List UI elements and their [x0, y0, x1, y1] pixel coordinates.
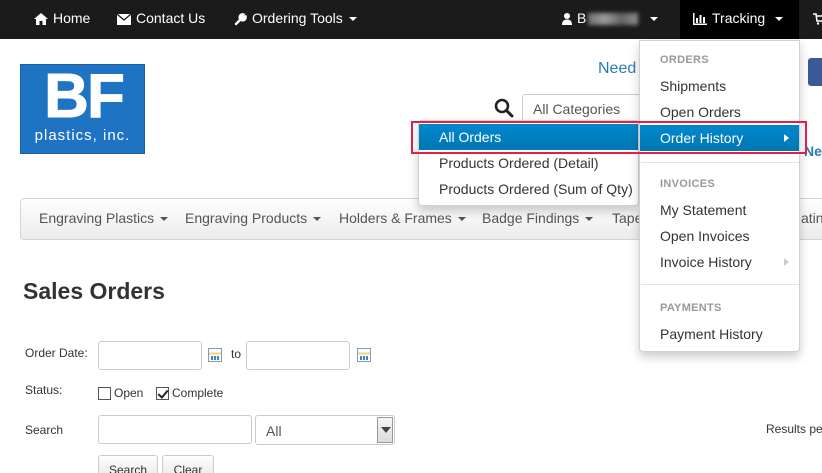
- chevron-down-icon: [348, 17, 357, 22]
- nav-ordering-tools[interactable]: Ordering Tools: [234, 0, 357, 39]
- bf-plastics-logo[interactable]: BF plastics, inc.: [20, 64, 145, 154]
- menu-header-payments: PAYMENTS: [660, 302, 722, 314]
- menu-item-open-invoices[interactable]: Open Invoices: [640, 223, 799, 249]
- complete-checkbox[interactable]: [156, 387, 169, 400]
- nav-contact[interactable]: Contact Us: [117, 0, 205, 39]
- highlight-box: [411, 121, 807, 154]
- chevron-down-icon: [313, 217, 322, 222]
- home-icon: [34, 13, 48, 26]
- clear-button[interactable]: Clear: [162, 455, 214, 473]
- menu-header-invoices: INVOICES: [660, 178, 715, 190]
- need-help-link[interactable]: Need: [598, 60, 636, 78]
- nav-ordering-tools-label: Ordering Tools: [252, 10, 343, 26]
- order-date-to-input[interactable]: [246, 341, 350, 370]
- category-label: Engraving Products: [185, 210, 308, 226]
- menu-item-payment-history[interactable]: Payment History: [640, 321, 799, 347]
- category-overflow[interactable]: atin: [801, 210, 822, 226]
- calendar-icon[interactable]: [357, 348, 371, 362]
- open-checkbox[interactable]: [98, 387, 111, 400]
- category-engraving-products[interactable]: Engraving Products: [185, 210, 322, 226]
- chevron-down-icon: [775, 17, 784, 22]
- category-label: Holders & Frames: [339, 210, 452, 226]
- nav-user[interactable]: B: [562, 0, 659, 39]
- redacted-username: [588, 13, 639, 26]
- nav-user-label: B: [577, 10, 587, 26]
- search-icon[interactable]: [494, 98, 514, 118]
- menu-divider: [641, 162, 799, 163]
- category-label: Tape: [612, 210, 643, 226]
- cart-icon: [813, 13, 822, 25]
- search-scope-value: All: [266, 423, 282, 439]
- open-label: Open: [114, 386, 144, 400]
- chevron-down-icon: [650, 17, 659, 22]
- page-title: Sales Orders: [23, 278, 165, 304]
- search-scope-select[interactable]: All: [255, 415, 395, 445]
- nav-contact-label: Contact Us: [136, 10, 206, 26]
- user-icon: [562, 13, 572, 26]
- menu-header-orders: ORDERS: [660, 54, 709, 66]
- nav-cart[interactable]: [813, 0, 822, 39]
- menu-item-my-statement[interactable]: My Statement: [640, 197, 799, 223]
- chevron-down-icon: [585, 217, 594, 222]
- category-engraving-plastics[interactable]: Engraving Plastics: [39, 210, 169, 226]
- order-date-label: Order Date:: [25, 346, 88, 360]
- menu-item-invoice-history-label: Invoice History: [660, 254, 752, 270]
- chevron-right-icon: [784, 258, 789, 266]
- nav-tracking[interactable]: Tracking: [680, 0, 799, 39]
- category-label: Badge Findings: [482, 210, 580, 226]
- category-badge-findings[interactable]: Badge Findings: [482, 210, 594, 226]
- tracking-dropdown: ORDERS Shipments Open Orders Order Histo…: [639, 40, 800, 352]
- chevron-down-icon: [457, 217, 466, 222]
- bar-chart-icon: [693, 13, 707, 26]
- results-per-page-label: Results pe: [766, 422, 822, 436]
- nav-tracking-label: Tracking: [712, 10, 766, 26]
- complete-label: Complete: [172, 386, 224, 400]
- wrench-icon: [234, 13, 247, 25]
- logo-subtext: plastics, inc.: [34, 127, 131, 144]
- top-navbar: Home Contact Us Ordering Tools B Trackin…: [0, 0, 822, 39]
- facebook-icon[interactable]: [808, 58, 822, 86]
- to-label: to: [231, 347, 242, 361]
- logo-text: BF: [44, 62, 126, 131]
- category-holders-frames[interactable]: Holders & Frames: [339, 210, 466, 226]
- menu-divider: [641, 284, 799, 285]
- envelope-icon: [117, 13, 131, 25]
- category-label: Engraving Plastics: [39, 210, 155, 226]
- nav-home-label: Home: [53, 10, 91, 26]
- calendar-icon[interactable]: [208, 348, 222, 362]
- search-button[interactable]: Search: [98, 455, 158, 473]
- menu-item-invoice-history[interactable]: Invoice History: [640, 249, 799, 275]
- search-label: Search: [25, 423, 64, 437]
- search-input[interactable]: [98, 415, 252, 444]
- menu-item-products-sum[interactable]: Products Ordered (Sum of Qty): [419, 176, 638, 202]
- chevron-down-icon: [160, 217, 169, 222]
- category-label: atin: [801, 210, 822, 226]
- status-label: Status:: [25, 383, 63, 397]
- order-date-from-input[interactable]: [98, 341, 202, 370]
- nav-home[interactable]: Home: [34, 0, 90, 39]
- chevron-down-icon: [377, 417, 393, 443]
- menu-item-shipments[interactable]: Shipments: [640, 73, 799, 99]
- category-tape[interactable]: Tape: [612, 210, 642, 226]
